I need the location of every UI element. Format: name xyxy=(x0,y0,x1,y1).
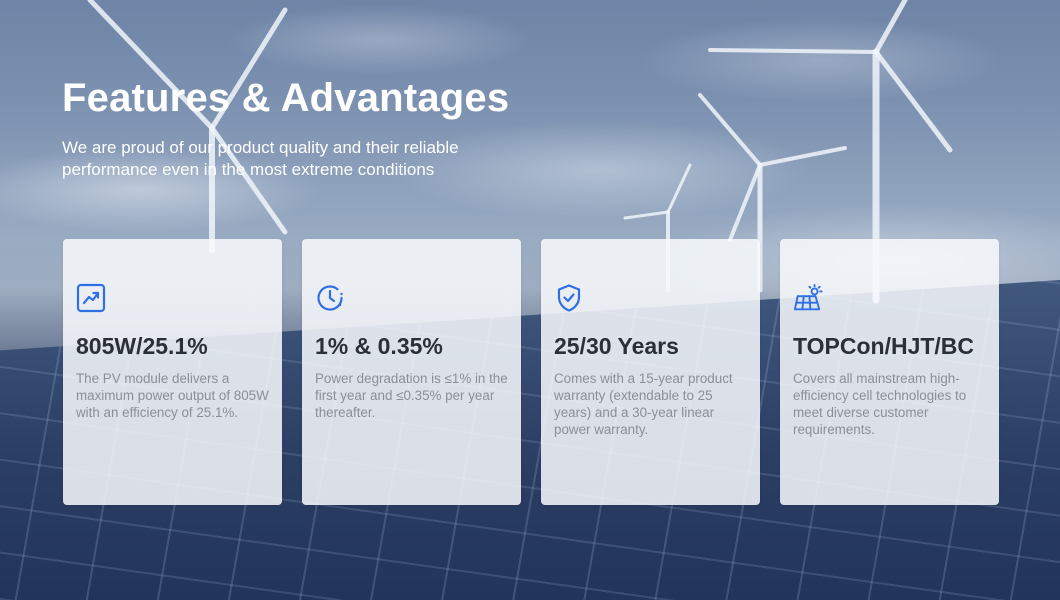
clock-icon xyxy=(315,283,345,313)
feature-card-warranty: 25/30 Years Comes with a 15-year product… xyxy=(541,239,760,505)
feature-card-technology: TOPCon/HJT/BC Covers all mainstream high… xyxy=(780,239,999,505)
solar-panel-icon xyxy=(793,283,823,313)
feature-card-power: 805W/25.1% The PV module delivers a maxi… xyxy=(63,239,282,505)
feature-title: 805W/25.1% xyxy=(76,333,208,359)
page-title: Features & Advantages xyxy=(62,76,510,120)
feature-title: 1% & 0.35% xyxy=(315,333,443,359)
feature-description: Comes with a 15-year product warranty (e… xyxy=(554,371,733,437)
page-subtitle: We are proud of our product quality and … xyxy=(62,138,459,179)
feature-title: 25/30 Years xyxy=(554,333,679,359)
trend-chart-icon xyxy=(76,283,106,313)
feature-card-degradation: 1% & 0.35% Power degradation is ≤1% in t… xyxy=(302,239,521,505)
shield-check-icon xyxy=(554,283,584,313)
feature-description: The PV module delivers a maximum power o… xyxy=(76,371,269,420)
feature-cards: 805W/25.1% The PV module delivers a maxi… xyxy=(63,239,999,505)
feature-title: TOPCon/HJT/BC xyxy=(793,333,975,359)
feature-description: Covers all mainstream high-efficiency ce… xyxy=(793,371,967,437)
feature-description: Power degradation is ≤1% in the first ye… xyxy=(315,371,508,420)
